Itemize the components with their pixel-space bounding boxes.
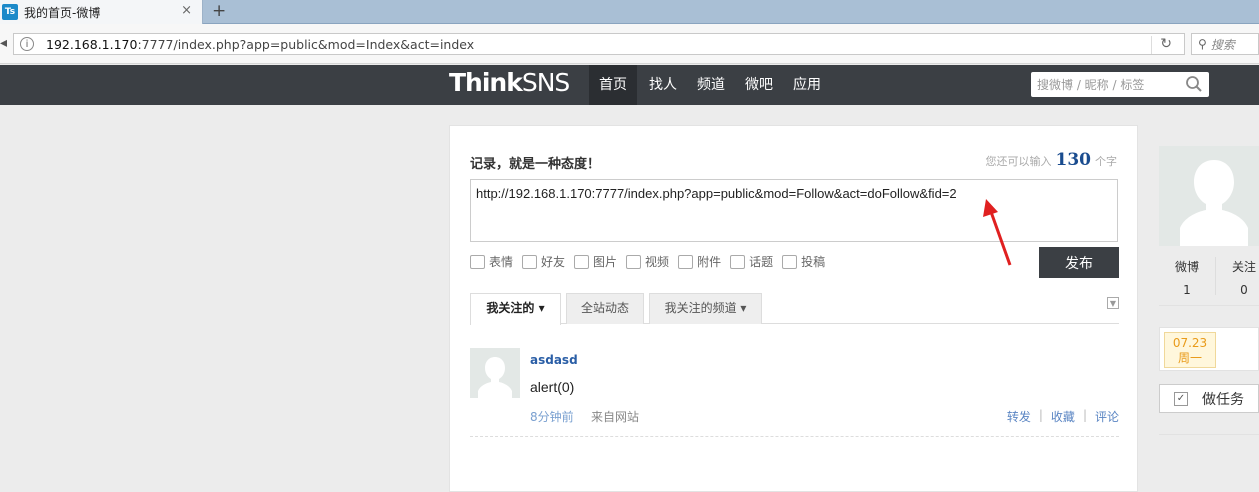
tool-attachment[interactable]: 附件 xyxy=(678,253,721,270)
search-icon: ⚲ xyxy=(1198,37,1207,51)
avatar[interactable] xyxy=(470,348,520,398)
address-toolbar: ◂ i 192.168.1.170:7777/index.php?app=pub… xyxy=(0,24,1259,64)
site-favicon-icon: Ts xyxy=(2,4,18,20)
stat-weibo[interactable]: 微博 1 xyxy=(1159,258,1215,297)
tab-following[interactable]: 我关注的 ▾ xyxy=(470,293,561,325)
feed-item: asdasd alert(0) 8分钟前 来自网站 转发 | 收藏 | 评论 xyxy=(470,348,1119,437)
repost-link[interactable]: 转发 xyxy=(1007,408,1031,425)
char-counter-value: 130 xyxy=(1055,150,1092,170)
refresh-icon[interactable]: ↻ xyxy=(1151,36,1172,54)
back-icon[interactable]: ◂ xyxy=(0,35,7,51)
publish-button[interactable]: 发布 xyxy=(1039,247,1119,278)
video-icon xyxy=(626,254,642,269)
browser-tab-strip: Ts 我的首页-微博 × + xyxy=(0,0,1259,24)
site-search-placeholder: 搜微博 / 昵称 / 标签 xyxy=(1037,78,1145,92)
hashtag-icon xyxy=(730,254,746,269)
nav-apps[interactable]: 应用 xyxy=(783,65,831,105)
check-icon: ✓ xyxy=(1174,391,1188,406)
compose-tools: 表情 好友 图片 视频 附件 话题 投稿 xyxy=(470,253,834,270)
attachment-icon xyxy=(678,254,694,269)
feed-username[interactable]: asdasd xyxy=(530,353,578,367)
url-text: 192.168.1.170:7777/index.php?app=public&… xyxy=(46,36,475,52)
browser-tab[interactable]: Ts 我的首页-微博 × xyxy=(0,0,203,24)
feed-text: alert(0) xyxy=(530,379,575,395)
feed-source: 来自网站 xyxy=(591,410,640,424)
task-button[interactable]: ✓ 做任务 xyxy=(1159,384,1259,413)
tool-contribute[interactable]: 投稿 xyxy=(782,253,825,270)
tool-video[interactable]: 视频 xyxy=(626,253,669,270)
feed-actions: 转发 | 收藏 | 评论 xyxy=(1006,408,1119,425)
sidebar-divider xyxy=(1159,434,1259,435)
emoji-icon xyxy=(470,254,485,269)
tool-emoji[interactable]: 表情 xyxy=(470,253,513,270)
browser-search-placeholder: 搜索 xyxy=(1210,37,1235,52)
user-avatar[interactable] xyxy=(1159,146,1259,246)
favorite-link[interactable]: 收藏 xyxy=(1051,408,1075,425)
compose-title: 记录，就是一种态度！ xyxy=(470,157,601,172)
tab-all-activity[interactable]: 全站动态 xyxy=(566,293,644,324)
contribute-icon xyxy=(782,254,798,269)
search-icon[interactable] xyxy=(1185,75,1203,93)
browser-search-field[interactable]: ⚲ 搜索 xyxy=(1191,33,1259,55)
nav-weiba[interactable]: 微吧 xyxy=(735,65,783,105)
tool-topic[interactable]: 话题 xyxy=(730,253,773,270)
new-tab-icon[interactable]: + xyxy=(212,1,226,21)
nav-channel[interactable]: 频道 xyxy=(687,65,735,105)
site-header: ThinkSNS 首页 找人 频道 微吧 应用 搜微博 / 昵称 / 标签 xyxy=(0,65,1259,105)
sidebar-divider xyxy=(1159,305,1259,306)
stat-following[interactable]: 关注 0 xyxy=(1216,258,1259,297)
thinksns-logo[interactable]: ThinkSNS xyxy=(449,68,570,97)
task-label: 做任务 xyxy=(1202,391,1244,408)
site-info-icon[interactable]: i xyxy=(20,37,34,51)
browser-tab-title: 我的首页-微博 xyxy=(24,5,101,20)
main-content-card: 记录，就是一种态度！ 您还可以输入 130 个字 http://192.168.… xyxy=(449,125,1138,492)
site-search-input[interactable]: 搜微博 / 昵称 / 标签 xyxy=(1031,72,1209,97)
tool-image[interactable]: 图片 xyxy=(574,253,617,270)
date-badge: 07.23 周一 xyxy=(1164,332,1216,368)
at-friend-icon xyxy=(522,254,538,269)
tool-friend[interactable]: 好友 xyxy=(522,253,565,270)
nav-find-people[interactable]: 找人 xyxy=(639,65,687,105)
url-field[interactable]: i 192.168.1.170:7777/index.php?app=publi… xyxy=(13,33,1185,55)
char-counter: 您还可以输入 130 个字 xyxy=(985,150,1118,170)
compose-textarea[interactable]: http://192.168.1.170:7777/index.php?app=… xyxy=(470,179,1118,242)
image-icon xyxy=(574,254,590,269)
annotation-arrow xyxy=(983,199,1012,266)
close-tab-icon[interactable]: × xyxy=(181,3,192,18)
feed-time[interactable]: 8分钟前 xyxy=(530,408,574,425)
nav-home[interactable]: 首页 xyxy=(589,65,637,105)
feed-tabs: 我关注的 ▾ 全站动态 我关注的频道 ▾ ▼ xyxy=(470,293,1119,325)
tab-followed-channels[interactable]: 我关注的频道 ▾ xyxy=(649,293,762,324)
comment-link[interactable]: 评论 xyxy=(1095,408,1119,425)
collapse-icon[interactable]: ▼ xyxy=(1107,297,1119,309)
